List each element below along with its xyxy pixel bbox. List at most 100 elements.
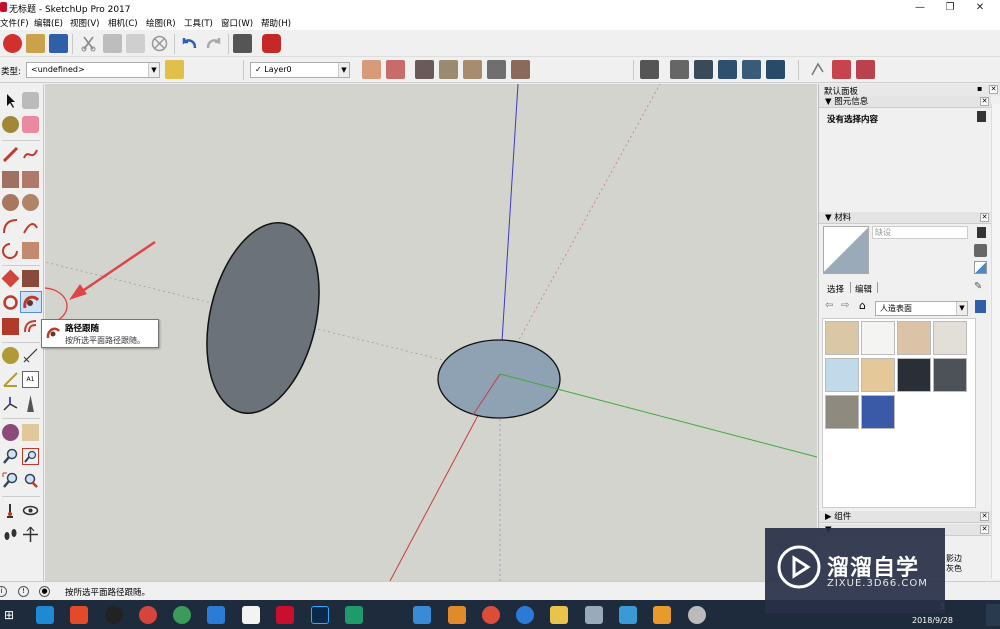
protractor-icon[interactable] — [2, 371, 19, 388]
redo-icon[interactable] — [204, 34, 223, 53]
minimize-button[interactable]: — — [905, 0, 935, 15]
polygon-icon[interactable] — [22, 194, 39, 211]
task-app-icon[interactable] — [36, 606, 54, 624]
panel-close-icon[interactable]: ✕ — [980, 525, 989, 534]
move-icon[interactable] — [1, 269, 20, 288]
extension-warehouse-icon[interactable] — [808, 60, 827, 79]
maximize-button[interactable]: ❐ — [935, 0, 965, 15]
pie-icon[interactable] — [22, 242, 39, 259]
dimension-icon[interactable] — [22, 347, 39, 364]
rotate-icon[interactable] — [2, 294, 19, 311]
freehand-icon[interactable] — [22, 146, 39, 163]
open-folder-icon[interactable] — [26, 34, 45, 53]
task-app-icon[interactable] — [70, 606, 88, 624]
print-icon[interactable] — [233, 34, 252, 53]
menu-file[interactable]: 文件(F) — [0, 17, 29, 29]
xray-style-icon[interactable] — [362, 60, 381, 79]
pin-icon[interactable]: ▪ — [977, 84, 982, 93]
menu-edit[interactable]: 编辑(E) — [34, 17, 63, 29]
material-swatch[interactable] — [861, 358, 895, 392]
iso-view-icon[interactable] — [640, 60, 659, 79]
task-app-icon[interactable] — [448, 606, 466, 624]
materials-header[interactable]: ▼ 材料 ✕ — [819, 212, 991, 224]
material-swatch[interactable] — [825, 358, 859, 392]
pan-icon[interactable] — [22, 424, 39, 441]
new-file-icon[interactable] — [3, 34, 22, 53]
orbit-icon[interactable] — [2, 424, 19, 441]
forward-arrow-icon[interactable]: ⇨ — [841, 300, 849, 311]
line-pencil-icon[interactable] — [2, 146, 19, 163]
details-icon[interactable] — [975, 300, 986, 313]
tape-measure-icon[interactable] — [2, 347, 19, 364]
tab-edit[interactable]: 编辑 — [855, 283, 872, 295]
material-swatch[interactable] — [825, 321, 859, 355]
zoom-extents-icon[interactable] — [2, 472, 19, 489]
tray-close-icon[interactable]: ✕ — [989, 85, 998, 94]
sketchup-task-icon[interactable] — [276, 606, 294, 624]
top-view-icon[interactable] — [670, 60, 689, 79]
menu-draw[interactable]: 绘图(R) — [146, 17, 176, 29]
entity-info-header[interactable]: ▼ 图元信息 ✕ — [819, 96, 991, 108]
monochrome-style-icon[interactable] — [511, 60, 530, 79]
wireframe-style-icon[interactable] — [415, 60, 434, 79]
arc-icon[interactable] — [2, 218, 19, 235]
back-edges-style-icon[interactable] — [386, 60, 405, 79]
erase-icon[interactable] — [150, 34, 169, 53]
follow-me-icon[interactable] — [20, 291, 42, 313]
material-swatch[interactable] — [933, 321, 967, 355]
path-circle-face[interactable] — [437, 339, 561, 419]
file-explorer-icon[interactable] — [550, 606, 568, 624]
create-material-icon[interactable] — [974, 244, 987, 257]
model-info-icon[interactable] — [262, 34, 281, 53]
select-arrow-icon[interactable] — [2, 92, 19, 109]
right-view-icon[interactable] — [718, 60, 737, 79]
geolocation-icon[interactable]: i — [0, 586, 7, 597]
3d-warehouse-icon[interactable] — [832, 60, 851, 79]
menu-help[interactable]: 帮助(H) — [261, 17, 291, 29]
panel-close-icon[interactable]: ✕ — [980, 213, 989, 222]
task-app-icon[interactable] — [688, 606, 706, 624]
user-icon[interactable]: ● — [39, 586, 50, 597]
position-camera-icon[interactable] — [2, 502, 19, 519]
credits-icon[interactable]: ! — [18, 586, 29, 597]
back-arrow-icon[interactable]: ⇦ — [825, 300, 833, 311]
share-model-icon[interactable] — [856, 60, 875, 79]
axes-icon[interactable] — [2, 395, 19, 412]
tab-select[interactable]: 选择 — [827, 283, 844, 295]
panel-close-icon[interactable]: ✕ — [980, 97, 989, 106]
material-swatch[interactable] — [897, 321, 931, 355]
material-collection-combo[interactable]: 人造表面 ▼ — [875, 301, 968, 316]
shaded-textures-style-icon[interactable] — [487, 60, 506, 79]
eyedropper-icon[interactable]: ✎ — [974, 281, 982, 292]
cut-icon[interactable] — [79, 34, 98, 53]
windows-start-icon[interactable]: ⊞ — [4, 608, 14, 622]
task-app-icon[interactable] — [653, 606, 671, 624]
paint-bucket-icon[interactable] — [165, 60, 184, 79]
3d-text-icon[interactable] — [27, 395, 34, 412]
default-material-icon[interactable] — [974, 261, 987, 274]
drawing-viewport[interactable] — [45, 84, 817, 581]
make-component-icon[interactable] — [22, 92, 39, 109]
material-swatch[interactable] — [861, 321, 895, 355]
walk-icon[interactable] — [2, 526, 19, 543]
panel-close-icon[interactable]: ✕ — [980, 512, 989, 521]
offset-icon[interactable] — [22, 318, 39, 335]
profile-circle-face[interactable] — [190, 212, 337, 425]
task-app-icon[interactable] — [413, 606, 431, 624]
copy-icon[interactable] — [103, 34, 122, 53]
show-desktop-button[interactable] — [986, 604, 1000, 626]
tray-scrollbar[interactable] — [991, 104, 1000, 579]
model-canvas[interactable] — [45, 84, 817, 581]
back-view-icon[interactable] — [742, 60, 761, 79]
layer-combo[interactable]: ✓ Layer0 ▼ — [250, 62, 350, 78]
two-point-arc-icon[interactable] — [22, 218, 39, 235]
previous-view-icon[interactable] — [22, 472, 39, 489]
task-app-icon[interactable] — [139, 606, 157, 624]
look-around-icon[interactable] — [22, 502, 39, 519]
paste-icon[interactable] — [126, 34, 145, 53]
circle-icon[interactable] — [2, 194, 19, 211]
zoom-icon[interactable] — [2, 448, 19, 465]
task-app-icon[interactable] — [207, 606, 225, 624]
menu-window[interactable]: 窗口(W) — [221, 17, 253, 29]
chrome-icon[interactable] — [482, 606, 500, 624]
